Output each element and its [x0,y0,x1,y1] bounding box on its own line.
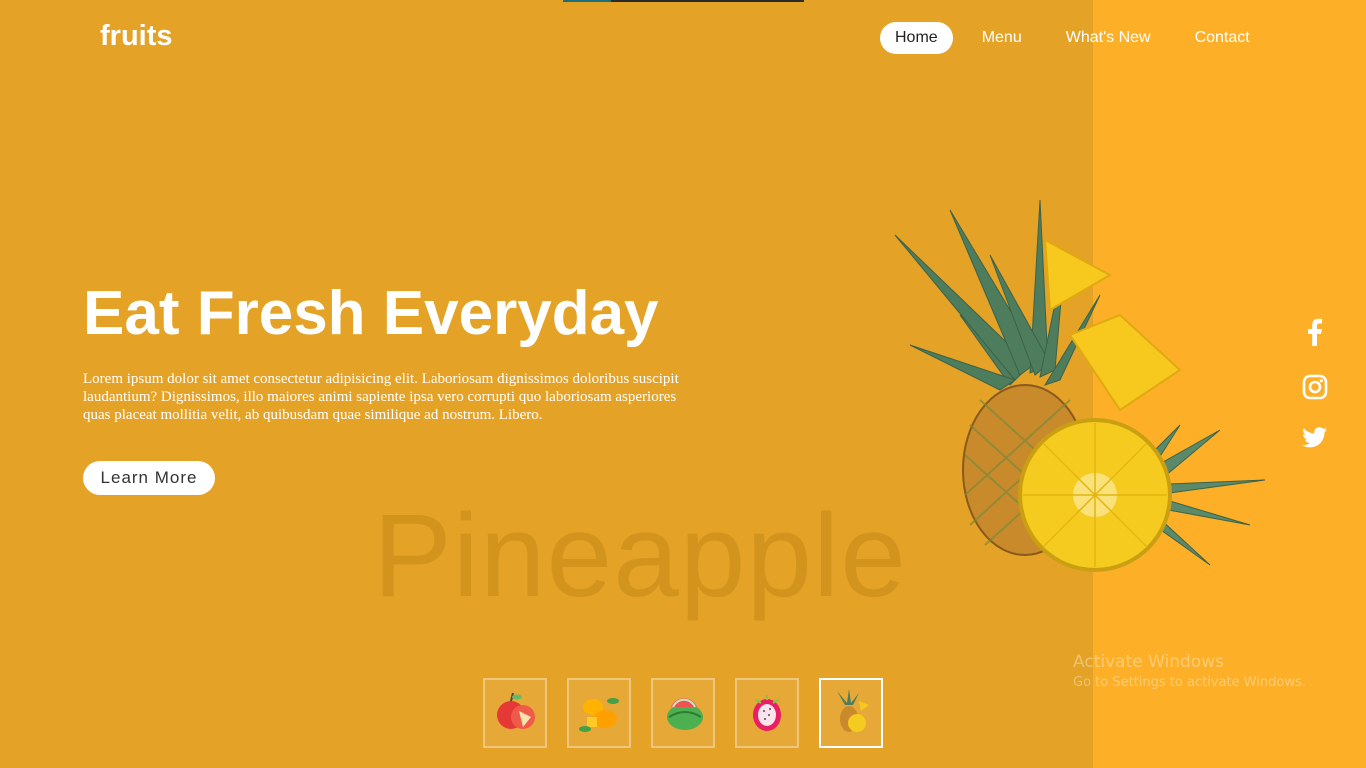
thumb-mango[interactable] [567,678,631,748]
nav-home[interactable]: Home [880,22,953,54]
fruit-thumbnails [483,678,903,748]
watermelon-icon [667,698,703,730]
pineapple-image [894,199,1266,572]
thumb-apple[interactable] [483,678,547,748]
thumb-dragon-fruit[interactable] [735,678,799,748]
top-loading-strip [563,0,804,2]
mango-icon [579,698,619,732]
fruit-name-watermark: Pineapple [373,490,907,622]
main-nav: Home Menu What's New Contact [880,22,1279,54]
facebook-icon[interactable] [1300,317,1330,347]
learn-more-button[interactable]: Learn More [83,461,215,495]
apple-icon [497,692,535,729]
nav-contact[interactable]: Contact [1180,22,1265,54]
instagram-icon[interactable] [1300,372,1330,402]
os-watermark-line1: Activate Windows [1073,652,1224,672]
os-watermark-line2: Go to Settings to activate Windows. [1073,675,1306,690]
hero-title: Eat Fresh Everyday [83,279,659,348]
thumb-watermelon[interactable] [651,678,715,748]
nav-menu[interactable]: Menu [967,22,1037,54]
logo[interactable]: fruits [100,20,173,53]
dragon-fruit-icon [753,695,781,731]
twitter-icon[interactable] [1300,423,1330,453]
os-activation-watermark: Activate Windows Go to Settings to activ… [1073,652,1306,690]
nav-whats-new[interactable]: What's New [1051,22,1166,54]
hero-description: Lorem ipsum dolor sit amet consectetur a… [83,371,679,423]
pineapple-icon [837,689,869,732]
thumb-pineapple[interactable] [819,678,883,748]
